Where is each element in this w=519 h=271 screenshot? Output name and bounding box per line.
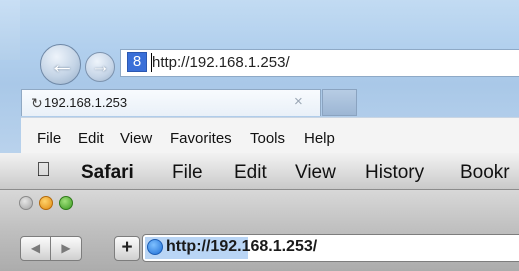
back-arrow-icon: ← xyxy=(49,49,75,79)
mac-menu-bookmarks[interactable]: Bookr xyxy=(460,162,510,184)
apple-icon[interactable]:  xyxy=(36,159,51,182)
add-bookmark-button[interactable]: + xyxy=(114,236,140,261)
ie-frame-corner xyxy=(0,0,20,60)
zoom-window-button[interactable] xyxy=(59,196,73,210)
safari-back-button[interactable]: ◀ xyxy=(20,236,51,261)
ie-tab-label: 192.168.1.253 xyxy=(44,95,128,110)
mac-menu-history[interactable]: History xyxy=(365,162,424,184)
mac-menu-safari[interactable]: Safari xyxy=(81,162,134,184)
ie-menu-help[interactable]: Help xyxy=(304,130,335,147)
mac-menu-edit[interactable]: Edit xyxy=(234,162,267,184)
mac-menu-view[interactable]: View xyxy=(295,162,336,184)
ie-menu-favorites[interactable]: Favorites xyxy=(170,130,232,147)
ie-url-text[interactable]: http://192.168.1.253/ xyxy=(152,54,290,71)
globe-icon xyxy=(147,239,163,255)
forward-icon: ▶ xyxy=(61,241,71,255)
forward-arrow-icon: → xyxy=(91,56,110,77)
safari-forward-button[interactable]: ▶ xyxy=(51,236,82,261)
new-tab-button[interactable] xyxy=(322,89,357,116)
ie-menu-view[interactable]: View xyxy=(120,130,152,147)
mac-menu-file[interactable]: File xyxy=(172,162,203,184)
minimize-window-button[interactable] xyxy=(39,196,53,210)
refresh-icon: ↻ xyxy=(31,95,43,111)
close-window-button[interactable] xyxy=(19,196,33,210)
safari-url-text[interactable]: http://192.168.1.253/ xyxy=(166,238,317,256)
close-tab-icon[interactable]: × xyxy=(294,93,303,110)
site-favicon-icon: 8 xyxy=(127,52,147,72)
back-icon: ◀ xyxy=(30,241,41,255)
ie-menu-file[interactable]: File xyxy=(37,130,61,147)
ie-menu-edit[interactable]: Edit xyxy=(78,130,104,147)
ie-menu-tools[interactable]: Tools xyxy=(250,130,285,147)
